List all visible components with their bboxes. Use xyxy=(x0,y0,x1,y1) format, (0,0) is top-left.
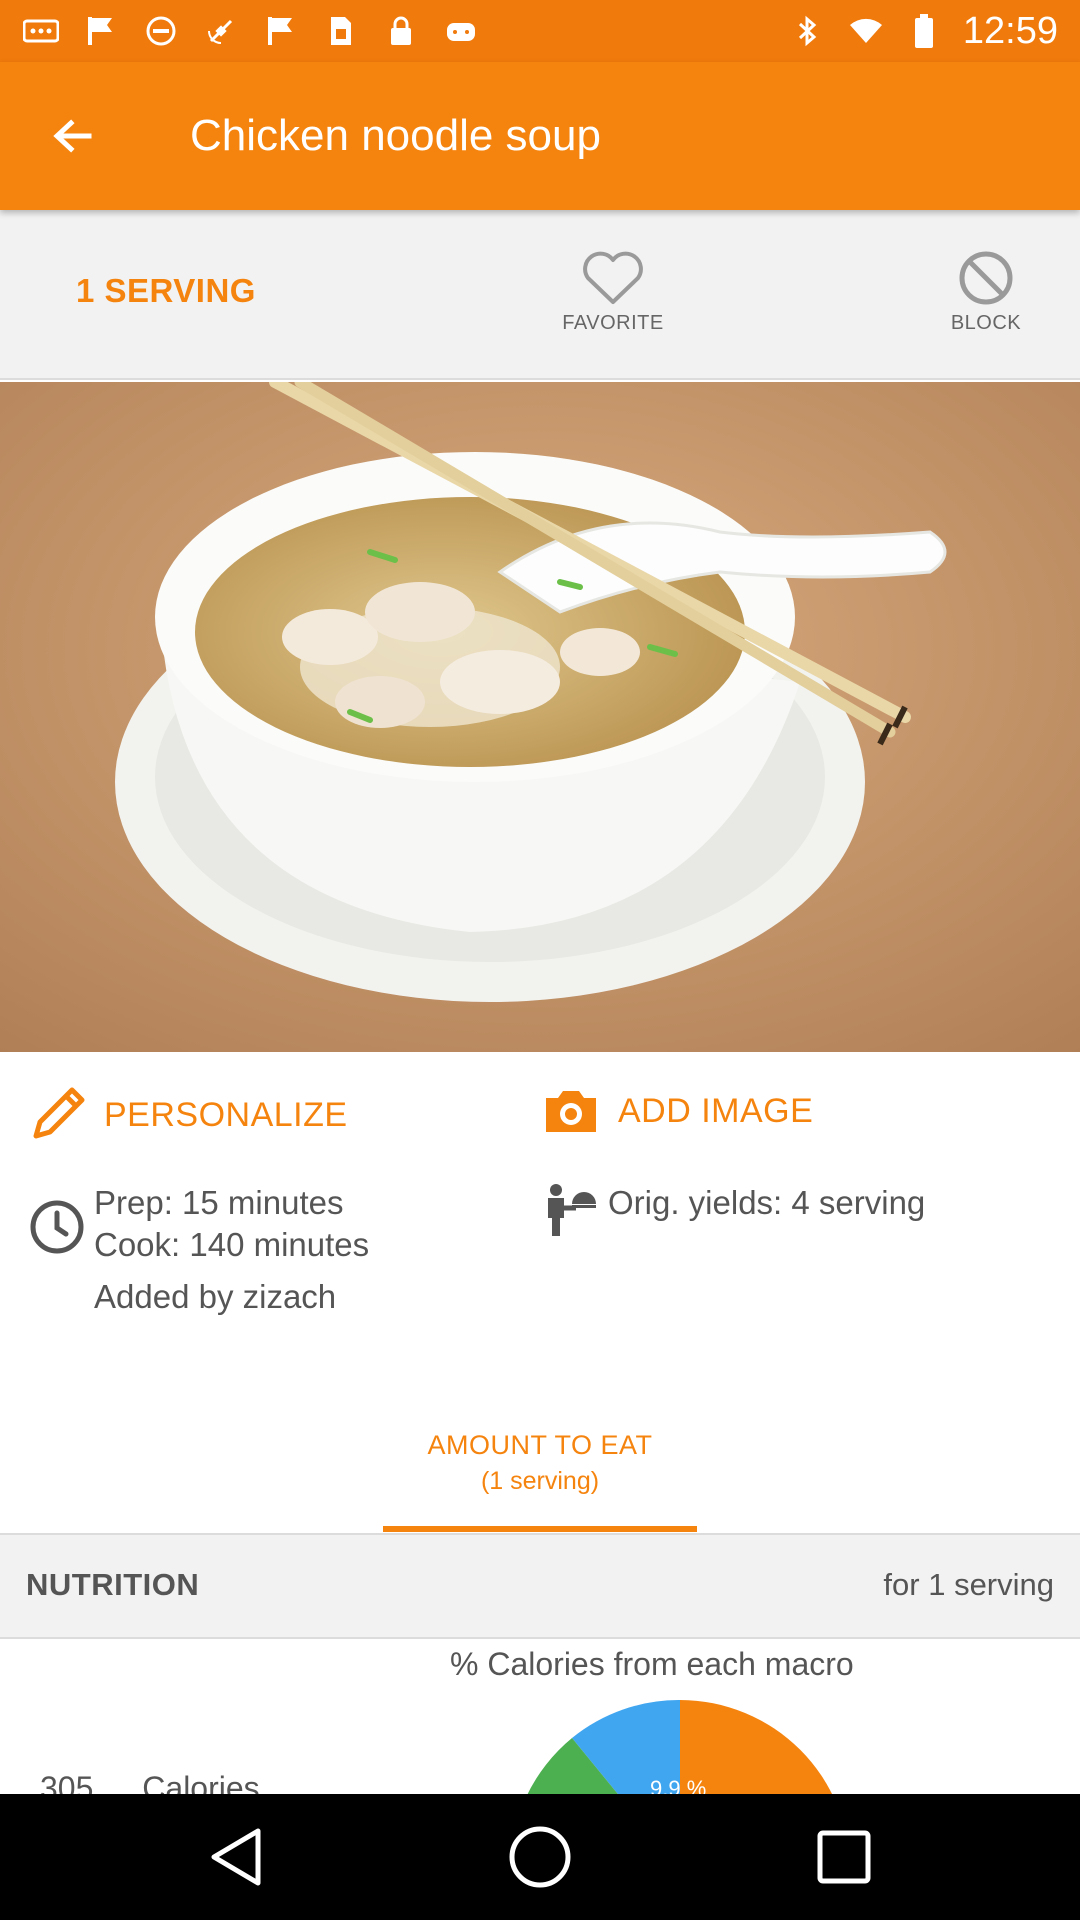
favorite-button[interactable]: FAVORITE xyxy=(533,250,693,335)
nutrition-label: NUTRITION xyxy=(26,1567,200,1602)
system-nav-bar xyxy=(0,1794,1080,1920)
personalize-button[interactable]: PERSONALIZE xyxy=(28,1086,348,1144)
status-bar: 12:59 xyxy=(0,0,1080,62)
add-image-label: ADD IMAGE xyxy=(618,1091,814,1130)
recipe-actions-row: PERSONALIZE ADD IMAGE xyxy=(0,1052,1080,1182)
nav-home-icon xyxy=(509,1826,571,1888)
nav-recents-icon xyxy=(817,1830,871,1884)
amount-tab-title: AMOUNT TO EAT xyxy=(427,1430,653,1460)
notification-icons xyxy=(22,10,480,52)
recipe-info: Prep: 15 minutes Cook: 140 minutes Added… xyxy=(0,1182,1080,1352)
more-icon xyxy=(22,14,60,48)
heart-icon xyxy=(583,251,643,304)
system-icons: 12:59 xyxy=(789,10,1058,52)
recipe-action-bar: 1 SERVING FAVORITE BLOCK xyxy=(0,210,1080,380)
back-button[interactable] xyxy=(36,106,108,166)
do-not-disturb-icon xyxy=(142,14,180,48)
amount-tab-subtitle: (1 serving) xyxy=(480,1467,600,1495)
lock-icon xyxy=(382,14,420,48)
macro-pie-chart: 9.9 % xyxy=(524,1700,835,1800)
pencil-icon xyxy=(33,1087,85,1139)
satellite-icon xyxy=(202,14,240,48)
battery-icon xyxy=(905,14,943,48)
add-image-button[interactable]: ADD IMAGE xyxy=(542,1086,813,1136)
original-yields: Orig. yields: 4 serving xyxy=(608,1184,926,1221)
prep-cook-times: Prep: 15 minutes Cook: 140 minutes xyxy=(94,1182,369,1266)
bluetooth-icon xyxy=(789,14,827,48)
prep-time: Prep: 15 minutes xyxy=(94,1184,344,1221)
page-title: Chicken noodle soup xyxy=(190,111,601,160)
block-button[interactable]: BLOCK xyxy=(906,250,1066,335)
amount-to-eat-tab[interactable]: AMOUNT TO EAT (1 serving) xyxy=(383,1430,697,1496)
clock-icon xyxy=(30,1200,84,1254)
serving-person-icon xyxy=(548,1184,596,1236)
block-label: BLOCK xyxy=(950,312,1022,334)
cook-time: Cook: 140 minutes xyxy=(94,1226,370,1263)
camera-icon xyxy=(546,1091,596,1132)
nav-back-button[interactable] xyxy=(196,1822,276,1892)
personalize-label: PERSONALIZE xyxy=(104,1095,348,1134)
sim-icon xyxy=(322,14,360,48)
serving-selector[interactable]: 1 SERVING xyxy=(76,272,256,310)
recipe-photo xyxy=(0,382,1080,1052)
favorite-label: FAVORITE xyxy=(562,312,664,334)
nav-recents-button[interactable] xyxy=(804,1822,884,1892)
wifi-icon xyxy=(847,14,885,48)
flag-icon xyxy=(82,14,120,48)
flag-icon xyxy=(262,14,300,48)
game-icon xyxy=(442,14,480,48)
macro-chart-title: % Calories from each macro xyxy=(450,1646,854,1682)
app-bar: Chicken noodle soup xyxy=(0,62,1080,210)
nutrition-header: NUTRITION for 1 serving xyxy=(0,1535,1080,1639)
nav-back-icon xyxy=(211,1828,261,1886)
nav-home-button[interactable] xyxy=(500,1822,580,1892)
clock-time: 12:59 xyxy=(962,9,1058,52)
tab-indicator xyxy=(383,1526,697,1532)
block-icon xyxy=(959,251,1013,305)
arrow-back-icon xyxy=(53,119,92,153)
nutrition-per-serving: for 1 serving xyxy=(883,1567,1054,1602)
added-by: Added by zizach xyxy=(94,1278,337,1315)
